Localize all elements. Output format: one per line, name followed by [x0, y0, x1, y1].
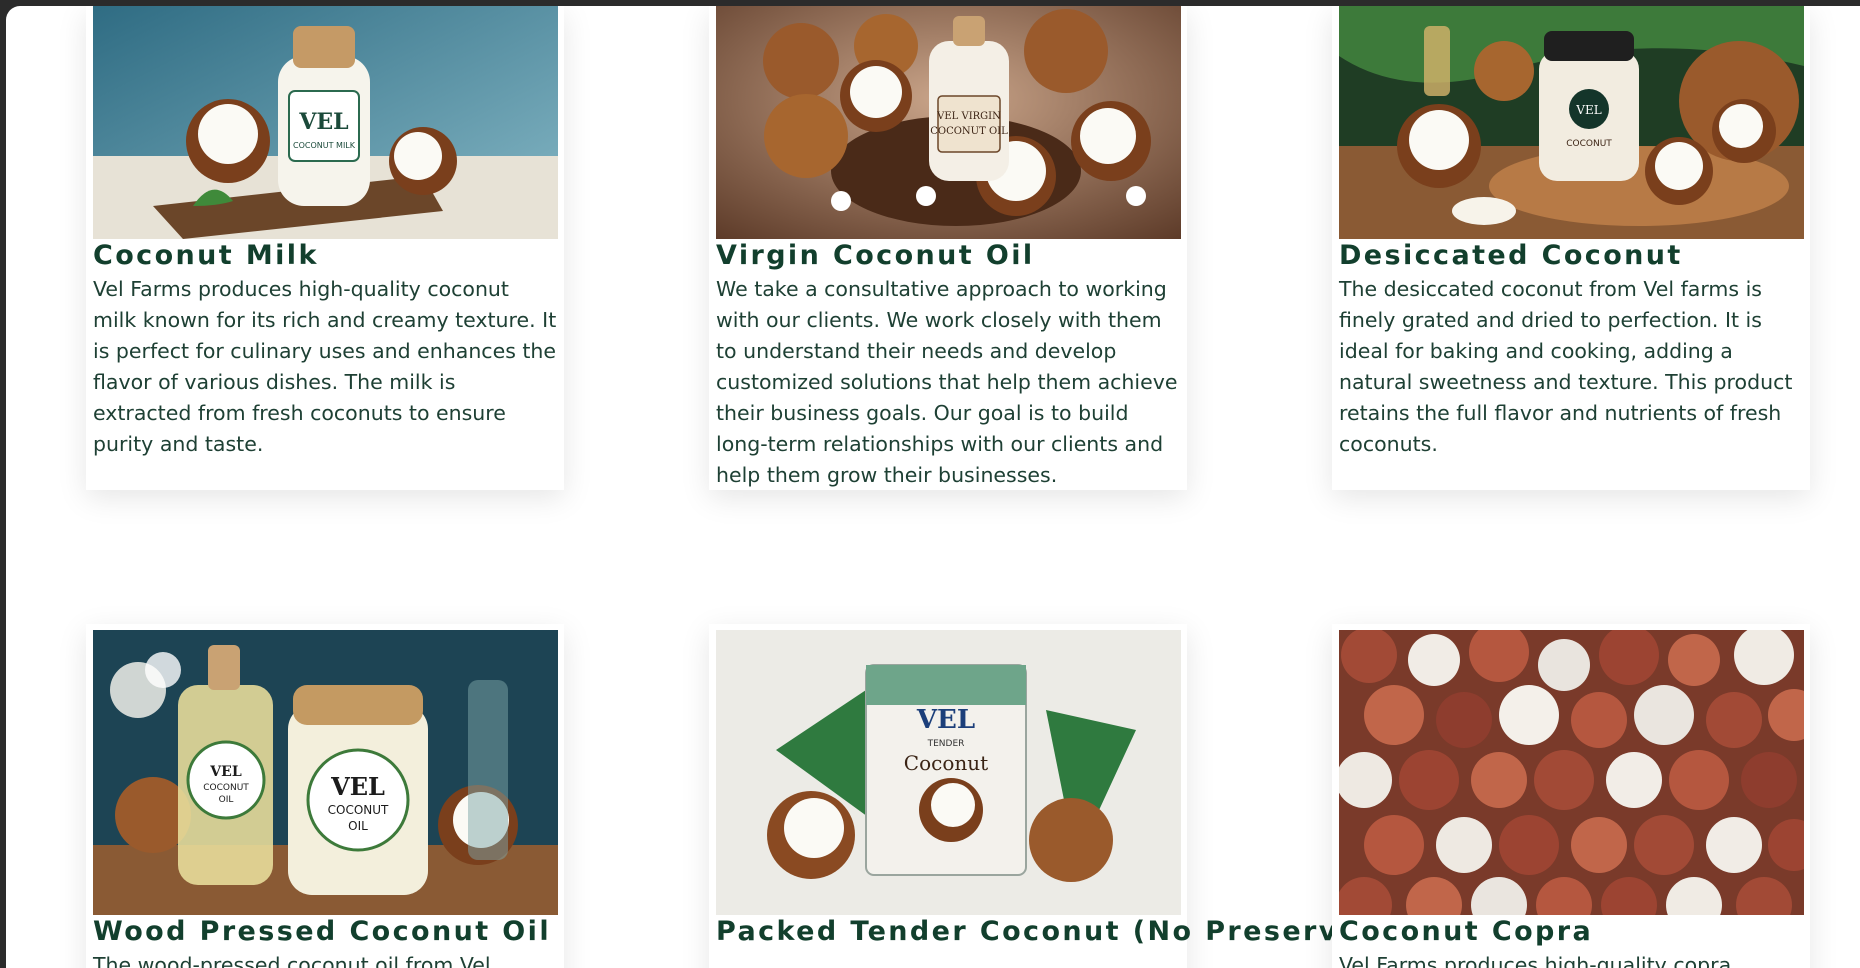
product-title: Wood Pressed Coconut Oil — [93, 916, 551, 947]
product-description: We take a consultative approach to worki… — [716, 277, 1178, 487]
svg-text:VEL: VEL — [209, 764, 242, 780]
desiccated-coconut-illustration: VEL COCONUT — [1339, 6, 1804, 239]
product-title: Virgin Coconut Oil — [716, 240, 1035, 271]
product-description: The desiccated coconut from Vel farms is… — [1339, 277, 1793, 456]
product-image-coconut-copra — [1339, 630, 1804, 915]
coconut-milk-illustration: VEL COCONUT MILK — [93, 6, 558, 239]
product-card-packed-tender-coconut[interactable]: VEL TENDER Coconut Packed Tender Coconut… — [709, 624, 1461, 968]
product-card-coconut-milk[interactable]: VEL COCONUT MILK Coconut Milk Vel Farms … — [86, 6, 564, 490]
coconut-copra-illustration — [1339, 630, 1804, 915]
svg-text:COCONUT: COCONUT — [328, 803, 389, 817]
page-viewport[interactable]: VEL COCONUT MILK Coconut Milk Vel Farms … — [6, 6, 1860, 968]
product-title: Coconut Milk — [93, 240, 319, 271]
product-card-wood-pressed-coconut-oil[interactable]: VEL COCONUT OIL VEL COCONUT OIL Wood Pre… — [86, 624, 564, 968]
product-description: Vel Farms produces high-quality coconut … — [93, 277, 557, 456]
product-description: The wood-pressed coconut oil from Vel — [93, 953, 491, 968]
product-image-virgin-coconut-oil: VEL VIRGIN COCONUT OIL — [716, 6, 1181, 239]
svg-text:VEL VIRGIN: VEL VIRGIN — [936, 111, 1001, 122]
svg-text:VEL: VEL — [298, 109, 348, 135]
svg-text:VEL: VEL — [1575, 103, 1601, 117]
wood-pressed-coconut-oil-illustration: VEL COCONUT OIL VEL COCONUT OIL — [93, 630, 558, 915]
svg-text:TENDER: TENDER — [927, 739, 965, 749]
product-image-wood-pressed-coconut-oil: VEL COCONUT OIL VEL COCONUT OIL — [93, 630, 558, 915]
product-title: Coconut Copra — [1339, 916, 1594, 947]
product-card-desiccated-coconut[interactable]: VEL COCONUT Desiccated Coconut The desic… — [1332, 6, 1810, 490]
svg-text:COCONUT: COCONUT — [203, 783, 249, 793]
svg-text:OIL: OIL — [348, 819, 368, 833]
svg-text:OIL: OIL — [219, 795, 234, 805]
svg-text:COCONUT MILK: COCONUT MILK — [293, 141, 356, 150]
product-image-desiccated-coconut: VEL COCONUT — [1339, 6, 1804, 239]
product-description: Vel Farms produces high-quality copra — [1339, 953, 1732, 968]
product-title: Packed Tender Coconut (No Preservatives) — [716, 916, 1461, 947]
svg-text:VEL: VEL — [330, 772, 385, 801]
product-image-coconut-milk: VEL COCONUT MILK — [93, 6, 558, 239]
svg-text:Coconut: Coconut — [904, 751, 988, 775]
packed-tender-coconut-illustration: VEL TENDER Coconut — [716, 630, 1181, 915]
svg-text:VEL: VEL — [916, 705, 975, 735]
product-title: Desiccated Coconut — [1339, 240, 1683, 271]
svg-text:COCONUT OIL: COCONUT OIL — [930, 126, 1008, 137]
product-card-virgin-coconut-oil[interactable]: VEL VIRGIN COCONUT OIL Virgin Coconut Oi… — [709, 6, 1187, 490]
svg-text:COCONUT: COCONUT — [1566, 139, 1612, 149]
product-image-packed-tender-coconut: VEL TENDER Coconut — [716, 630, 1181, 915]
virgin-coconut-oil-illustration: VEL VIRGIN COCONUT OIL — [716, 6, 1181, 239]
product-card-coconut-copra[interactable]: Coconut Copra Vel Farms produces high-qu… — [1332, 624, 1810, 968]
